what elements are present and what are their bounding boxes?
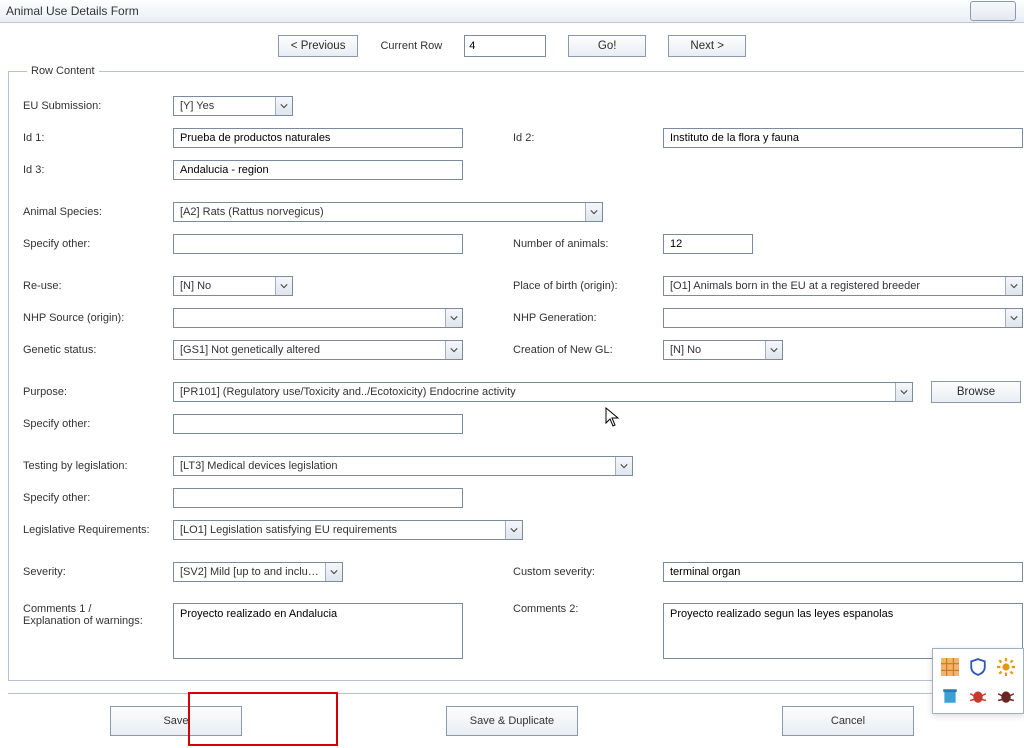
nhp-source-label: NHP Source (origin): — [23, 312, 173, 324]
specify-other3-label: Specify other: — [23, 492, 173, 504]
tool-palette[interactable] — [932, 648, 1024, 714]
save-button[interactable]: Save — [110, 706, 242, 736]
num-animals-label: Number of animals: — [513, 238, 663, 250]
trash-icon[interactable] — [938, 683, 962, 708]
next-button[interactable]: Next > — [668, 35, 746, 57]
chevron-down-icon — [765, 341, 782, 359]
nhp-gen-select[interactable] — [663, 308, 1023, 328]
place-birth-label: Place of birth (origin): — [513, 280, 663, 292]
testing-select[interactable]: [LT3] Medical devices legislation — [173, 456, 633, 476]
chevron-down-icon — [275, 97, 292, 115]
comments2-label: Comments 2: — [513, 603, 663, 615]
custom-severity-label: Custom severity: — [513, 566, 663, 578]
window-close-button[interactable] — [970, 1, 1016, 21]
reuse-select[interactable]: [N] No — [173, 276, 293, 296]
chevron-down-icon — [1005, 309, 1022, 327]
reuse-label: Re-use: — [23, 280, 173, 292]
row-content-group: Row Content EU Submission: [Y] Yes Id 1:… — [8, 65, 1024, 681]
specify-other-input[interactable] — [173, 234, 463, 254]
shield-icon[interactable] — [966, 654, 990, 679]
chevron-down-icon — [1005, 277, 1022, 295]
id3-label: Id 3: — [23, 164, 173, 176]
browse-button[interactable]: Browse — [931, 381, 1021, 403]
window-title: Animal Use Details Form — [6, 4, 139, 18]
id2-label: Id 2: — [513, 132, 663, 144]
bug-red-icon[interactable] — [966, 683, 990, 708]
current-row-input[interactable] — [464, 35, 546, 57]
eu-submission-select[interactable]: [Y] Yes — [173, 96, 293, 116]
id3-input[interactable] — [173, 160, 463, 180]
cancel-button[interactable]: Cancel — [782, 706, 914, 736]
go-button[interactable]: Go! — [568, 35, 646, 57]
gear-icon[interactable] — [994, 654, 1018, 679]
id2-input[interactable] — [663, 128, 1023, 148]
group-legend: Row Content — [27, 65, 99, 77]
chevron-down-icon — [445, 341, 462, 359]
window-titlebar: Animal Use Details Form — [0, 0, 1024, 23]
new-gl-select[interactable]: [N] No — [663, 340, 783, 360]
purpose-label: Purpose: — [23, 386, 173, 398]
chevron-down-icon — [275, 277, 292, 295]
genetic-select[interactable]: [GS1] Not genetically altered — [173, 340, 463, 360]
chevron-down-icon — [505, 521, 522, 539]
chevron-down-icon — [325, 563, 342, 581]
nhp-gen-label: NHP Generation: — [513, 312, 663, 324]
comments1-textarea[interactable] — [173, 603, 463, 659]
specify-other-label: Specify other: — [23, 238, 173, 250]
chevron-down-icon — [895, 383, 912, 401]
new-gl-label: Creation of New GL: — [513, 344, 663, 356]
species-select[interactable]: [A2] Rats (Rattus norvegicus) — [173, 202, 603, 222]
specify-other2-input[interactable] — [173, 414, 463, 434]
id1-input[interactable] — [173, 128, 463, 148]
save-duplicate-button[interactable]: Save & Duplicate — [446, 706, 578, 736]
current-row-label: Current Row — [380, 40, 442, 52]
nav-row: < Previous Current Row Go! Next > — [0, 35, 1024, 57]
legreq-label: Legislative Requirements: — [23, 524, 173, 536]
eu-submission-label: EU Submission: — [23, 100, 173, 112]
footer: Save Save & Duplicate Cancel — [8, 693, 1016, 748]
chevron-down-icon — [585, 203, 602, 221]
severity-select[interactable]: [SV2] Mild [up to and including] — [173, 562, 343, 582]
severity-label: Severity: — [23, 566, 173, 578]
species-label: Animal Species: — [23, 206, 173, 218]
purpose-select[interactable]: [PR101] (Regulatory use/Toxicity and../E… — [173, 382, 913, 402]
comments1-label: Comments 1 / Explanation of warnings: — [23, 603, 173, 627]
id1-label: Id 1: — [23, 132, 173, 144]
nhp-source-select[interactable] — [173, 308, 463, 328]
specify-other3-input[interactable] — [173, 488, 463, 508]
place-birth-select[interactable]: [O1] Animals born in the EU at a registe… — [663, 276, 1023, 296]
bug-dark-icon[interactable] — [994, 683, 1018, 708]
testing-label: Testing by legislation: — [23, 460, 173, 472]
chevron-down-icon — [445, 309, 462, 327]
legreq-select[interactable]: [LO1] Legislation satisfying EU requirem… — [173, 520, 523, 540]
genetic-label: Genetic status: — [23, 344, 173, 356]
custom-severity-input[interactable] — [663, 562, 1023, 582]
grid-icon[interactable] — [938, 654, 962, 679]
chevron-down-icon — [615, 457, 632, 475]
prev-button[interactable]: < Previous — [278, 35, 359, 57]
specify-other2-label: Specify other: — [23, 418, 173, 430]
num-animals-input[interactable] — [663, 234, 753, 254]
